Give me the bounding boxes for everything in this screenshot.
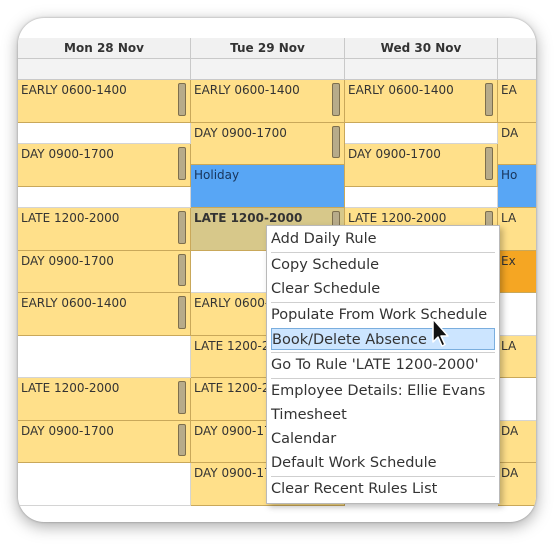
drag-handle[interactable]	[178, 147, 186, 180]
mouse-pointer-icon	[432, 318, 449, 347]
shift-cell[interactable]: DA	[498, 123, 536, 165]
empty-cell[interactable]	[345, 187, 498, 208]
menu-item-clear-recent-rules-list[interactable]: Clear Recent Rules List	[271, 478, 495, 500]
shift-cell[interactable]: EARLY 0600-1400	[345, 80, 498, 123]
shift-label: EARLY 0600-1400	[348, 83, 454, 97]
menu-separator	[271, 476, 495, 477]
menu-item-default-work-schedule[interactable]: Default Work Schedule	[271, 452, 495, 474]
shift-label: LATE 1200-2	[194, 339, 270, 353]
menu-separator	[271, 352, 495, 353]
shift-label: EARLY 0600-	[194, 296, 270, 310]
shift-label: DAY 0900-1700	[194, 126, 287, 140]
shift-label: DAY 0900-1700	[348, 147, 441, 161]
shift-label: DAY 0900-1700	[21, 424, 114, 438]
drag-handle[interactable]	[178, 83, 186, 116]
shift-label: LATE 1200-2000	[348, 211, 447, 225]
menu-item-timesheet[interactable]: Timesheet	[271, 404, 495, 426]
drag-handle[interactable]	[178, 254, 186, 286]
shift-label: EARLY 0600-1400	[194, 83, 300, 97]
menu-item-populate-from-work-schedule[interactable]: Populate From Work Schedule	[271, 304, 495, 326]
menu-item-add-daily-rule[interactable]: Add Daily Rule	[271, 228, 495, 250]
drag-handle[interactable]	[485, 83, 493, 116]
schedule-window: Mon 28 Nov Tue 29 Nov Wed 30 Nov EARLY 0…	[18, 18, 536, 522]
empty-cell[interactable]	[18, 336, 191, 378]
shift-cell[interactable]: LATE 1200-2000	[18, 208, 191, 251]
header-gap	[18, 59, 191, 80]
shift-cell[interactable]: EARLY 0600-1400	[18, 293, 191, 336]
shift-label: DA	[501, 466, 519, 480]
context-menu: Add Daily Rule Copy Schedule Clear Sched…	[266, 225, 500, 504]
shift-cell[interactable]: EARLY 0600-1400	[18, 80, 191, 123]
shift-label: DAY 0900-1700	[21, 147, 114, 161]
empty-cell[interactable]	[345, 123, 498, 144]
empty-cell[interactable]	[18, 187, 191, 208]
shift-cell[interactable]: DA	[498, 463, 536, 506]
shift-cell[interactable]: DAY 0900-1700	[18, 251, 191, 293]
shift-label: DA	[501, 126, 519, 140]
empty-cell[interactable]	[18, 463, 191, 506]
shift-label: EARLY 0600-1400	[21, 83, 127, 97]
shift-label: DA	[501, 424, 519, 438]
shift-cell[interactable]: LATE 1200-2000	[18, 378, 191, 421]
shift-cell[interactable]: DA	[498, 421, 536, 463]
header-gap	[498, 59, 536, 80]
shift-label: DAY 0900-1700	[21, 254, 114, 268]
column-header-thu[interactable]	[498, 38, 536, 59]
menu-separator	[271, 302, 495, 303]
drag-handle[interactable]	[332, 126, 340, 158]
shift-label: LA	[501, 339, 517, 353]
shift-label: LATE 1200-2000	[21, 211, 120, 225]
shift-label: EARLY 0600-1400	[21, 296, 127, 310]
shift-label: DAY 0900-17	[194, 424, 272, 438]
extra-cell[interactable]: Ex	[498, 251, 536, 293]
empty-cell[interactable]	[498, 293, 536, 336]
empty-cell[interactable]	[498, 378, 536, 421]
menu-item-calendar[interactable]: Calendar	[271, 428, 495, 450]
drag-handle[interactable]	[178, 296, 186, 329]
shift-cell[interactable]: LA	[498, 208, 536, 251]
drag-handle[interactable]	[178, 424, 186, 456]
shift-cell[interactable]: DAY 0900-1700	[345, 144, 498, 187]
shift-cell[interactable]: DAY 0900-1700	[191, 123, 345, 165]
shift-label: Holiday	[194, 168, 240, 182]
holiday-cell[interactable]: Holiday	[191, 165, 345, 208]
menu-separator	[271, 252, 495, 253]
drag-handle[interactable]	[178, 381, 186, 414]
shift-cell[interactable]: EARLY 0600-1400	[191, 80, 345, 123]
shift-label: LA	[501, 211, 517, 225]
empty-cell[interactable]	[18, 123, 191, 144]
shift-label: EA	[501, 83, 517, 97]
column-header-tue[interactable]: Tue 29 Nov	[191, 38, 345, 59]
header-gap	[191, 59, 345, 80]
shift-label: Ho	[501, 168, 518, 182]
shift-cell[interactable]: LA	[498, 336, 536, 378]
shift-cell[interactable]: DAY 0900-1700	[18, 144, 191, 187]
shift-label: Ex	[501, 254, 516, 268]
shift-cell[interactable]: EA	[498, 80, 536, 123]
shift-label: DAY 0900-17	[194, 466, 272, 480]
drag-handle[interactable]	[178, 211, 186, 244]
shift-label: LATE 1200-2000	[194, 211, 303, 225]
column-header-wed[interactable]: Wed 30 Nov	[345, 38, 498, 59]
shift-cell[interactable]: DAY 0900-1700	[18, 421, 191, 463]
holiday-cell[interactable]: Ho	[498, 165, 536, 208]
menu-separator	[271, 378, 495, 379]
shift-label: LATE 1200-2	[194, 381, 270, 395]
menu-item-copy-schedule[interactable]: Copy Schedule	[271, 254, 495, 276]
menu-item-go-to-rule[interactable]: Go To Rule 'LATE 1200-2000'	[271, 354, 495, 376]
shift-label: LATE 1200-2000	[21, 381, 120, 395]
header-gap	[345, 59, 498, 80]
column-header-mon[interactable]: Mon 28 Nov	[18, 38, 191, 59]
drag-handle[interactable]	[332, 83, 340, 116]
drag-handle[interactable]	[485, 147, 493, 180]
menu-item-employee-details[interactable]: Employee Details: Ellie Evans	[271, 380, 495, 402]
menu-item-clear-schedule[interactable]: Clear Schedule	[271, 278, 495, 300]
menu-item-book-delete-absence[interactable]: Book/Delete Absence	[271, 328, 495, 350]
